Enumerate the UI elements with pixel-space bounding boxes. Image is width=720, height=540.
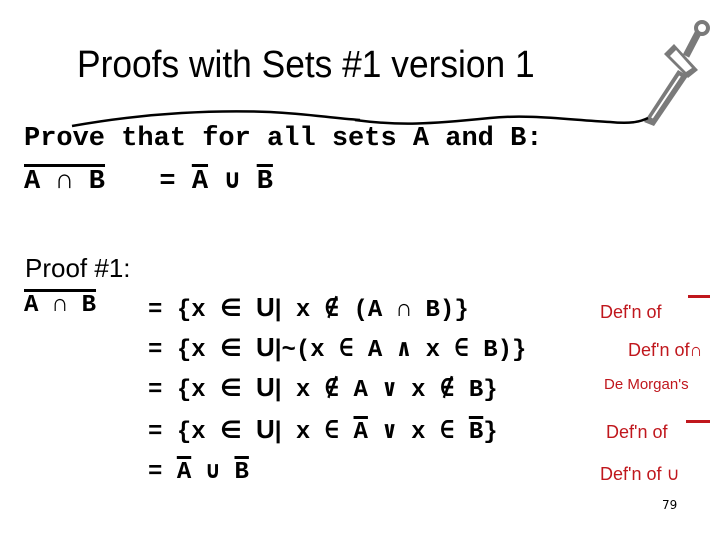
- slide-title: Proofs with Sets #1 version 1: [77, 44, 535, 86]
- step-set-open: {x: [176, 337, 206, 364]
- step-condition-end: }: [483, 419, 498, 446]
- step-condition-pre: x ∈: [295, 419, 354, 446]
- statement-rhs-b: B: [256, 167, 273, 197]
- step-condition-mid: ∨ x ∈: [367, 419, 469, 446]
- step-condition-b: B: [468, 419, 484, 446]
- statement-eq: =: [159, 167, 176, 197]
- union-icon: ∪: [666, 464, 680, 484]
- such-that-bar: |: [274, 375, 282, 402]
- proof-step-5: = A ∪ B: [148, 456, 249, 486]
- step-set-open: {x: [176, 297, 206, 324]
- statement-line-1: Prove that for all sets A and B:: [24, 124, 543, 154]
- universe-symbol: U: [255, 372, 275, 402]
- proof-step-4: = {x ∈ U| x ∈ A ∨ x ∈ B}: [148, 414, 498, 446]
- complement-bar-icon: [688, 295, 710, 298]
- step-condition: x ∉ (A ∩ B)}: [295, 297, 469, 324]
- reason-5-text: Def'n of: [600, 464, 662, 484]
- complement-bar-icon: [686, 420, 710, 423]
- proof-lhs-expr: A ∩ B: [24, 292, 97, 319]
- statement-lhs: A ∩ B: [24, 167, 106, 197]
- page-number: 79: [662, 498, 678, 512]
- reason-5: Def'n of ∪: [600, 464, 680, 485]
- step-condition-a: A: [353, 419, 368, 446]
- statement-rhs-op: ∪: [224, 167, 241, 197]
- universe-symbol: U: [255, 332, 275, 362]
- result-a: A: [176, 459, 192, 486]
- element-of-symbol: ∈: [220, 334, 242, 362]
- element-of-symbol: ∈: [220, 374, 242, 402]
- reason-3: De Morgan's: [604, 376, 689, 393]
- step-set-open: {x: [176, 419, 206, 446]
- step-eq: =: [148, 419, 163, 446]
- reason-4: Def'n of: [606, 422, 668, 442]
- statement-rhs-a: A: [191, 167, 209, 197]
- such-that-bar: |: [274, 295, 282, 322]
- reason-2-text: Def'n of: [628, 340, 690, 360]
- step-eq: =: [148, 337, 163, 364]
- proof-step-2: = {x ∈ U|~(x ∈ A ∧ x ∈ B)}: [148, 332, 526, 364]
- reason-2: Def'n of∩: [628, 340, 702, 361]
- element-of-symbol: ∈: [220, 416, 242, 444]
- step-eq: =: [148, 377, 163, 404]
- intersection-icon: ∩: [689, 340, 703, 360]
- proof-label: Proof #1:: [25, 253, 131, 283]
- universe-symbol: U: [255, 414, 275, 444]
- step-condition: x ∉ A ∨ x ∉ B}: [295, 377, 498, 404]
- step-eq: =: [148, 297, 163, 324]
- reason-1: Def'n of: [600, 302, 662, 322]
- such-that-bar: |: [274, 417, 282, 444]
- step-condition: ~(x ∈ A ∧ x ∈ B)}: [281, 337, 527, 364]
- union-symbol: ∪: [205, 459, 221, 486]
- result-b: B: [234, 459, 249, 486]
- proof-lhs: A ∩ B: [24, 292, 96, 319]
- statement-line-2: A ∩ B = A ∪ B: [24, 164, 273, 197]
- step-eq: =: [148, 459, 163, 486]
- step-set-open: {x: [176, 377, 206, 404]
- element-of-symbol: ∈: [220, 294, 242, 322]
- sword-icon: [644, 20, 710, 126]
- proof-step-3: = {x ∈ U| x ∉ A ∨ x ∉ B}: [148, 372, 498, 404]
- proof-step-1: = {x ∈ U| x ∉ (A ∩ B)}: [148, 292, 469, 324]
- universe-symbol: U: [255, 292, 275, 322]
